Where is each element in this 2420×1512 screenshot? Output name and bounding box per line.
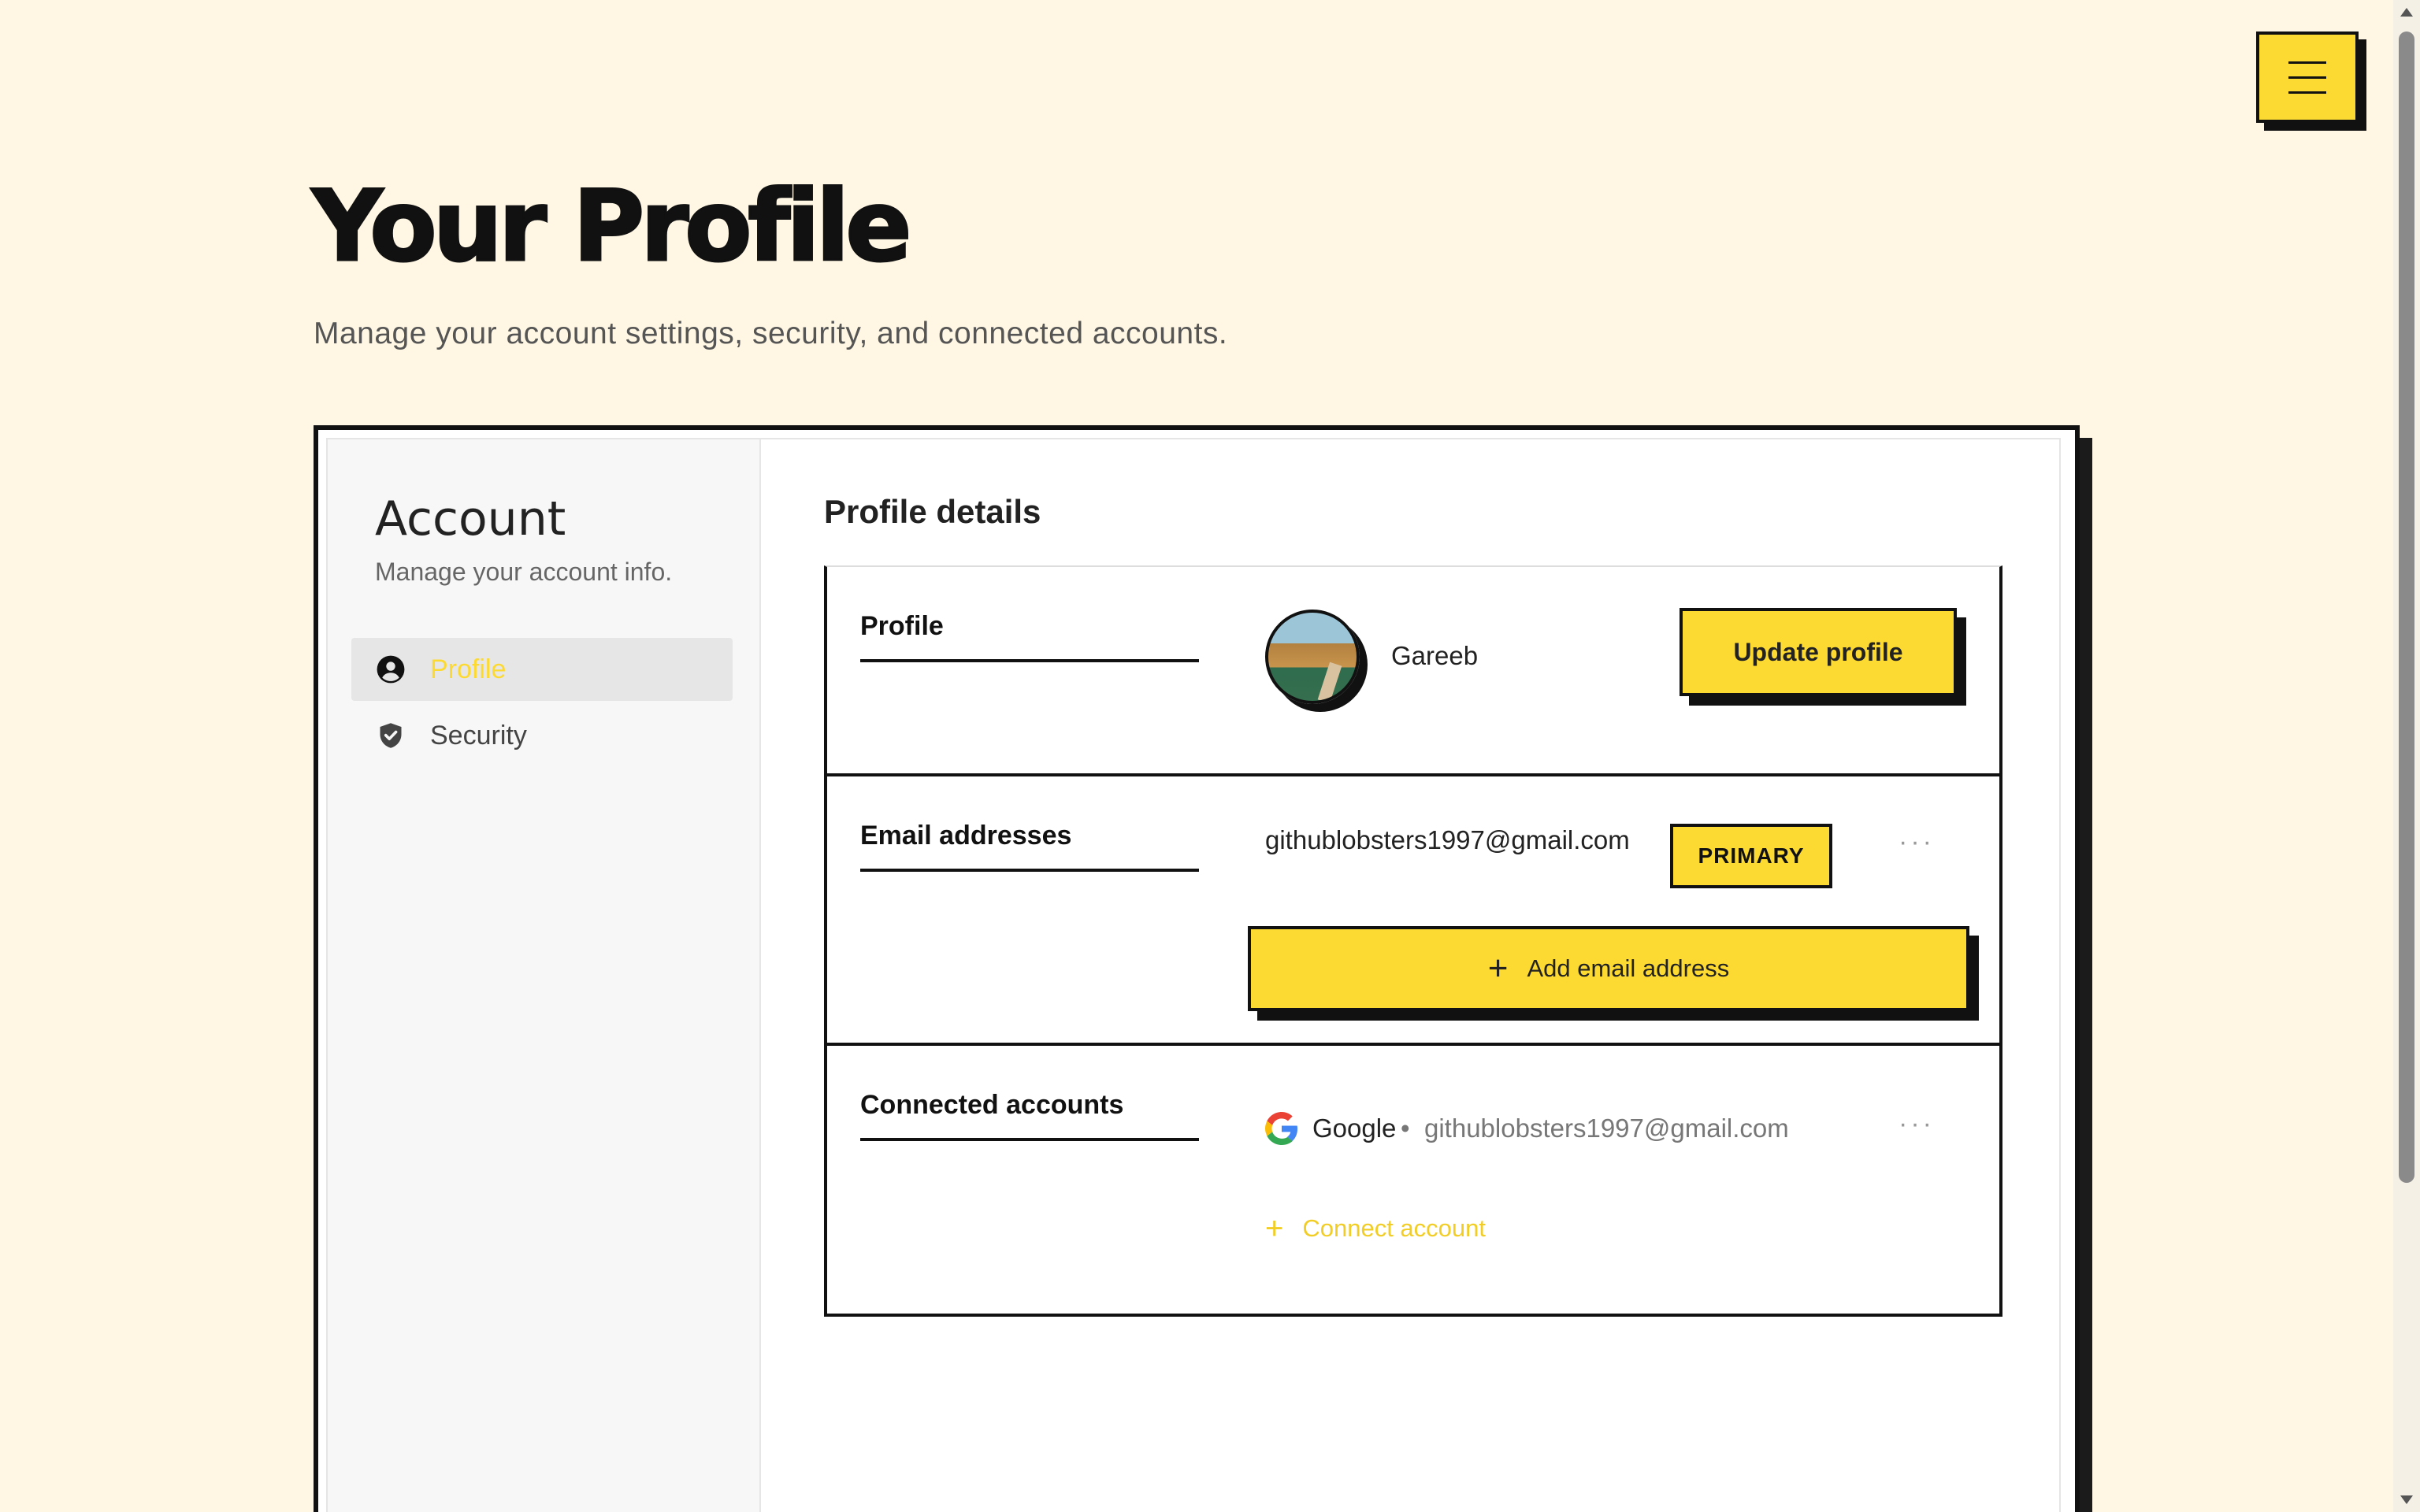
connect-account-button[interactable]: + Connect account <box>1265 1211 1486 1246</box>
menu-line <box>2288 91 2326 94</box>
page: Your Profile Manage your account setting… <box>0 0 2420 1512</box>
email-section: Email addresses githublobsters1997@gmail… <box>824 776 2002 1046</box>
scroll-up-arrow-icon[interactable] <box>2400 8 2413 17</box>
sidebar: Account Manage your account info. Profil… <box>328 439 761 1512</box>
plus-icon: + <box>1487 949 1509 988</box>
update-profile-button[interactable]: Update profile <box>1680 608 1957 696</box>
connected-provider: Google <box>1312 1114 1397 1143</box>
separator-dot: • <box>1401 1114 1410 1143</box>
sidebar-item-security[interactable]: Security <box>351 704 733 767</box>
section-label-profile: Profile <box>860 611 1199 662</box>
connected-email: githublobsters1997@gmail.com <box>1424 1114 1789 1143</box>
content-title: Profile details <box>824 493 1041 530</box>
connected-more-options-icon[interactable]: ··· <box>1899 1109 1935 1140</box>
section-label-connected: Connected accounts <box>860 1090 1199 1141</box>
page-title: Your Profile <box>310 170 912 284</box>
sidebar-item-label: Security <box>430 720 527 750</box>
add-email-address-button[interactable]: + Add email address <box>1248 926 1969 1011</box>
hamburger-menu-button[interactable] <box>2256 32 2359 123</box>
account-card: Account Manage your account info. Profil… <box>314 425 2080 1512</box>
avatar[interactable] <box>1265 610 1360 704</box>
scrollbar-thumb[interactable] <box>2399 32 2414 1183</box>
sidebar-item-profile[interactable]: Profile <box>351 638 733 701</box>
add-email-label: Add email address <box>1527 954 1730 982</box>
scroll-down-arrow-icon[interactable] <box>2400 1495 2413 1504</box>
user-circle-icon <box>375 654 406 685</box>
sidebar-subtitle: Manage your account info. <box>375 558 673 586</box>
scrollbar[interactable] <box>2393 0 2420 1512</box>
plus-icon: + <box>1265 1211 1284 1246</box>
connected-accounts-section: Connected accounts Google • githublobste… <box>824 1046 2002 1317</box>
connect-account-label: Connect account <box>1302 1214 1487 1242</box>
sidebar-title: Account <box>375 491 566 547</box>
profile-name: Gareeb <box>1391 641 1479 670</box>
page-subtitle: Manage your account settings, security, … <box>314 317 1228 350</box>
sidebar-item-label: Profile <box>430 654 507 684</box>
section-label-email: Email addresses <box>860 821 1199 872</box>
email-more-options-icon[interactable]: ··· <box>1899 827 1935 858</box>
email-address: githublobsters1997@gmail.com <box>1265 825 1630 854</box>
profile-section: Profile Gareeb Update profile <box>824 565 2002 776</box>
menu-line <box>2288 76 2326 79</box>
account-card-inner: Account Manage your account info. Profil… <box>326 438 2061 1512</box>
primary-badge: PRIMARY <box>1670 824 1832 888</box>
shield-check-icon <box>375 720 406 751</box>
profile-details-panel: Profile details Profile Gareeb Update pr… <box>761 439 2059 1512</box>
menu-line <box>2288 61 2326 64</box>
google-icon <box>1265 1112 1298 1145</box>
